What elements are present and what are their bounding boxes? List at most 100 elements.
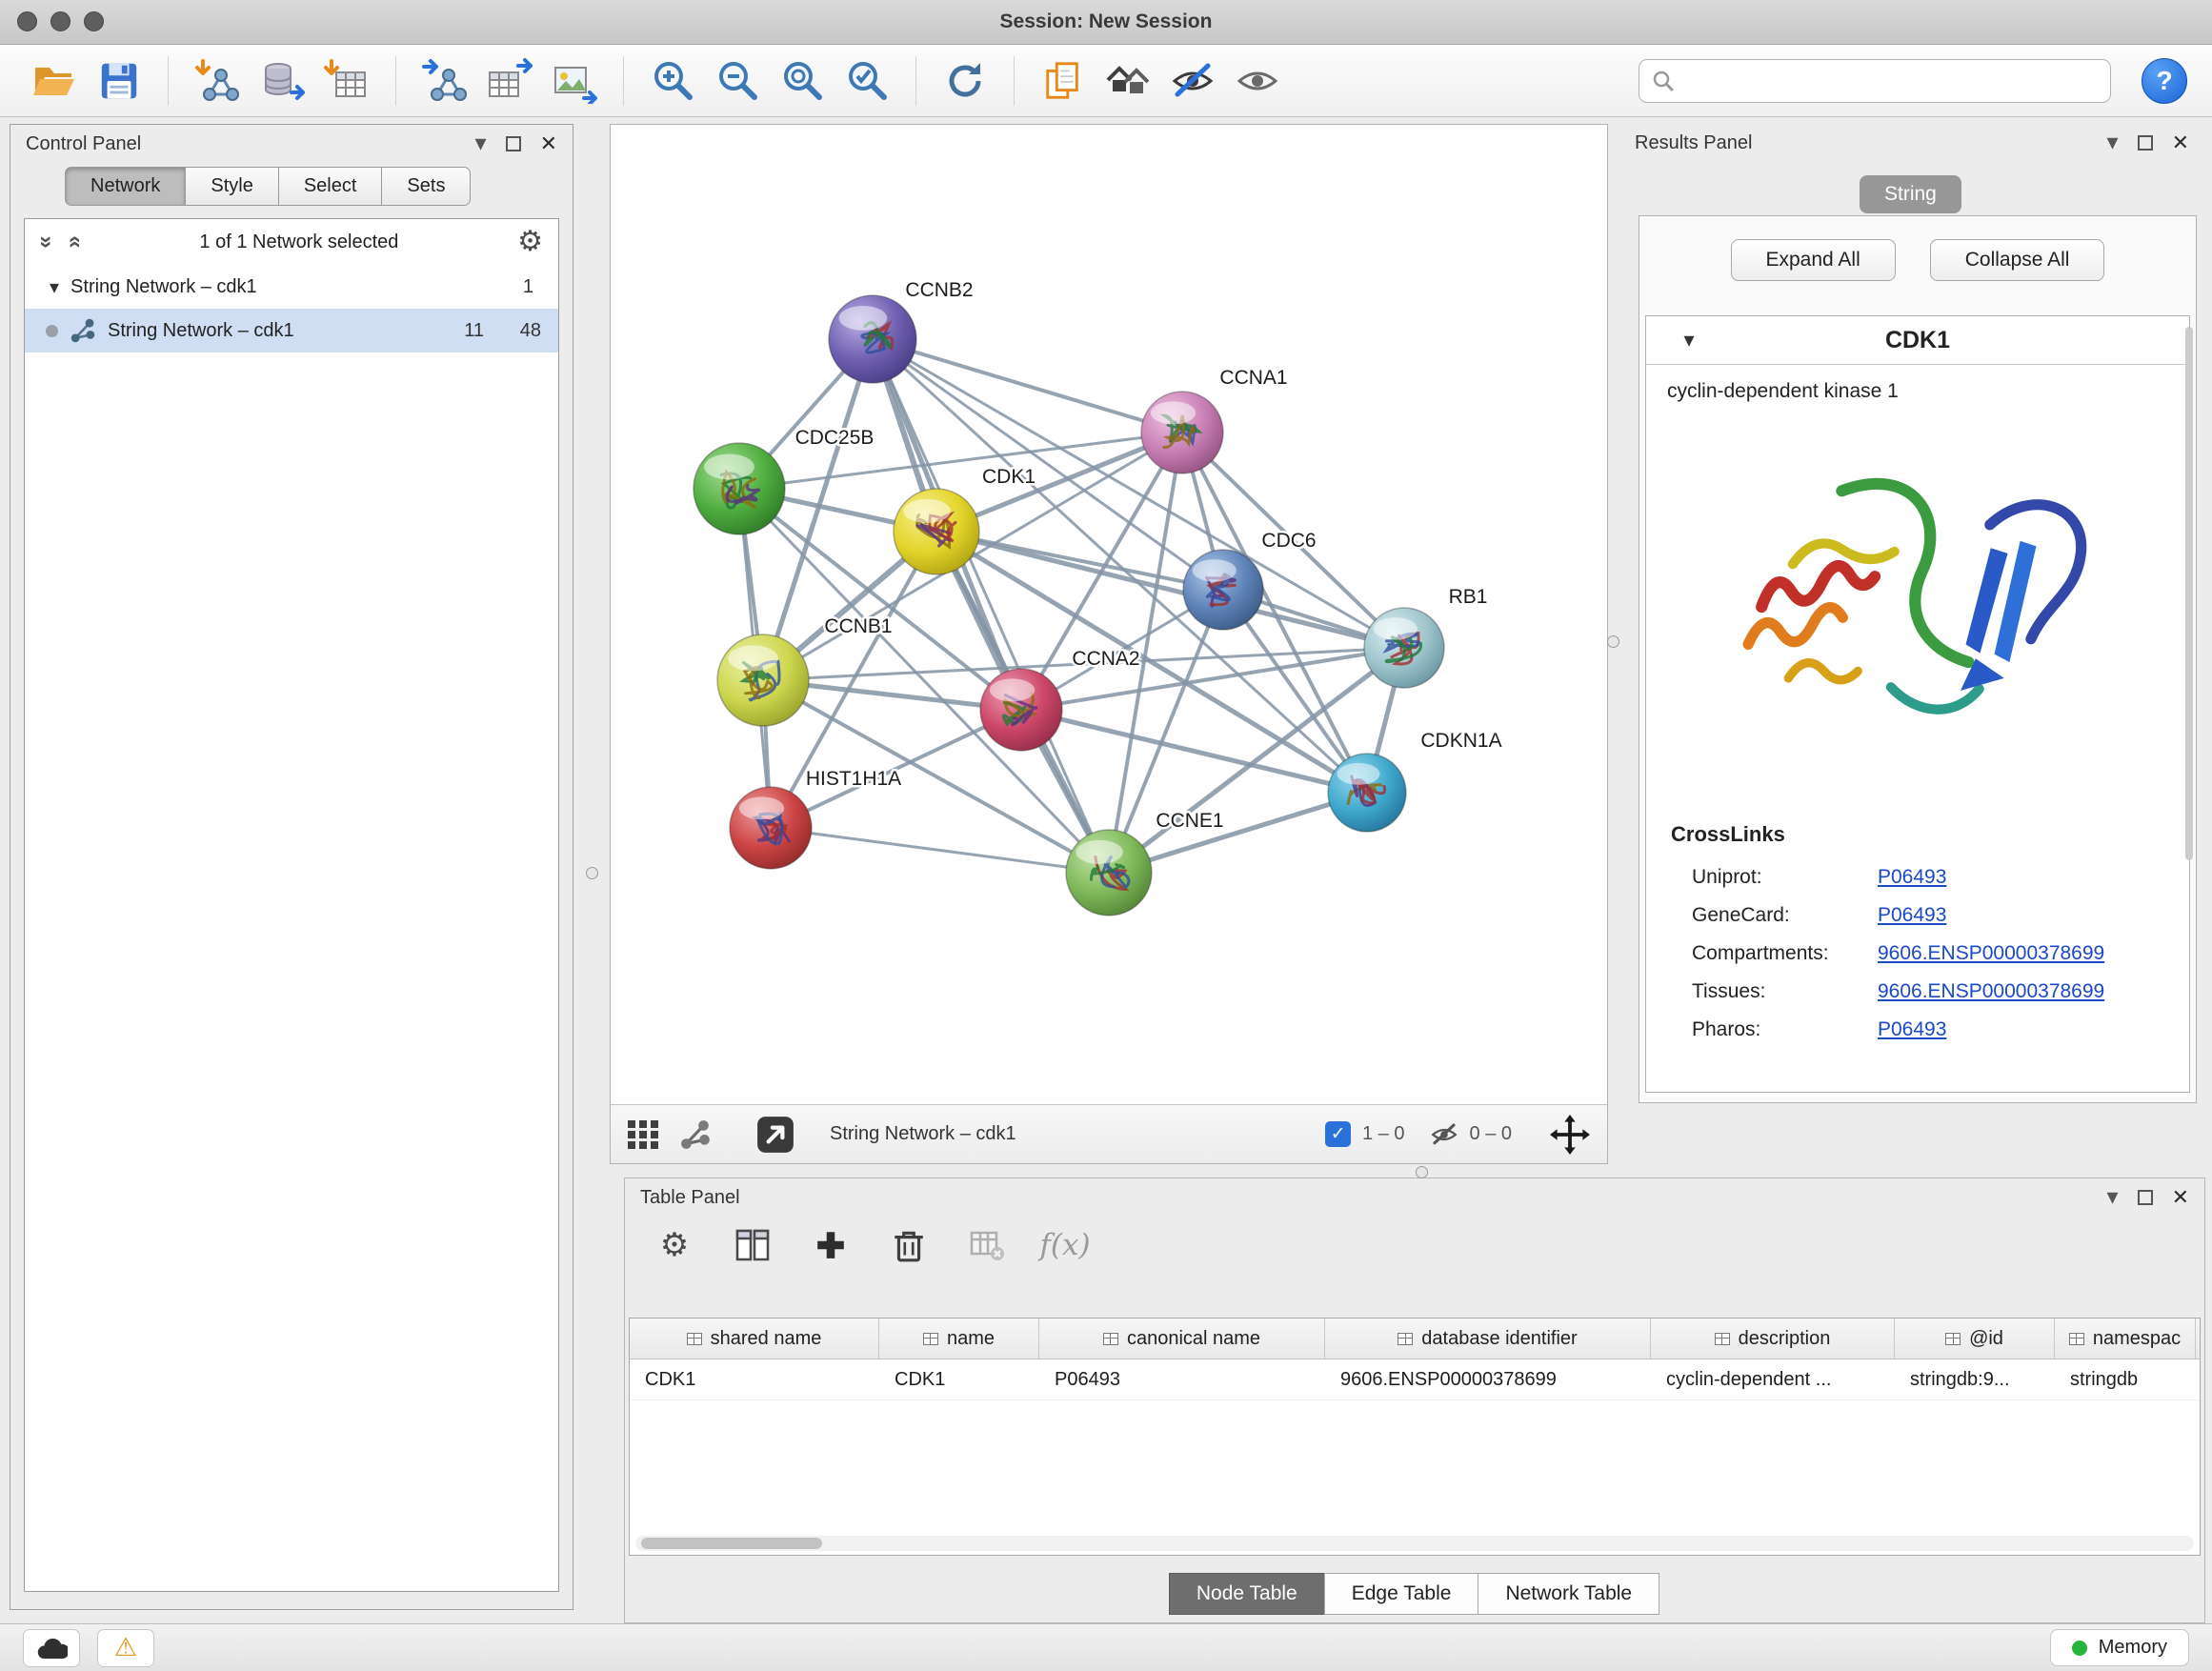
table-cell[interactable]: CDK1 (630, 1359, 879, 1399)
table-cell[interactable]: stringdb (2055, 1359, 2196, 1399)
tab-network-table[interactable]: Network Table (1478, 1573, 1659, 1615)
tab-sets[interactable]: Sets (381, 167, 471, 206)
crosslink-tissues-link[interactable]: 9606.ENSP00000378699 (1878, 980, 2104, 1003)
panel-float-icon[interactable] (2138, 135, 2153, 151)
collection-count: 1 (523, 276, 533, 298)
network-collection-row[interactable]: ▾ String Network – cdk1 1 (25, 265, 558, 309)
export-network-icon[interactable] (415, 51, 474, 111)
show-all-eye-icon[interactable] (1228, 51, 1287, 111)
fit-content-crosshair-icon[interactable] (1550, 1115, 1590, 1155)
search-input[interactable] (1639, 59, 2111, 103)
help-button[interactable]: ? (2142, 58, 2187, 104)
column-header-namespac[interactable]: namespac (2055, 1319, 2196, 1359)
import-table-icon[interactable] (317, 51, 376, 111)
edge-hist1h1a-ccne1[interactable] (771, 828, 1109, 873)
panel-float-icon[interactable] (2138, 1190, 2153, 1205)
results-splitter-handle[interactable] (1607, 635, 1619, 648)
tab-string[interactable]: String (1860, 175, 1961, 213)
refresh-icon[interactable] (935, 51, 995, 111)
minimize-window-button[interactable] (50, 11, 70, 31)
export-image-icon[interactable] (545, 51, 604, 111)
column-type-icon (923, 1333, 938, 1345)
disclosure-triangle-icon[interactable]: ▾ (50, 275, 59, 299)
zoom-in-icon[interactable] (643, 51, 702, 111)
panel-menu-icon[interactable]: ▾ (475, 132, 487, 155)
warnings-button[interactable]: ⚠ (97, 1629, 154, 1667)
crosslink-pharos-link[interactable]: P06493 (1878, 1018, 1946, 1041)
copy-icon[interactable] (1034, 51, 1093, 111)
column-header-description[interactable]: description (1651, 1319, 1895, 1359)
tab-select[interactable]: Select (278, 167, 383, 206)
edge-ccnb2-ccna1[interactable] (873, 339, 1182, 433)
table-cell[interactable]: cyclin-dependent ... (1651, 1359, 1895, 1399)
panel-close-icon[interactable]: ✕ (2172, 132, 2189, 153)
table-horizontal-scrollbar[interactable] (635, 1536, 2194, 1551)
column-header-database-identifier[interactable]: database identifier (1325, 1319, 1651, 1359)
table-cell[interactable]: 9606.ENSP00000378699 (1325, 1359, 1651, 1399)
hide-selected-eye-icon[interactable] (1163, 51, 1222, 111)
column-header-name[interactable]: name (879, 1319, 1039, 1359)
table-row[interactable]: CDK1CDK1P064939606.ENSP00000378699cyclin… (630, 1359, 2200, 1400)
gene-disclosure-icon[interactable]: ▾ (1646, 328, 1732, 352)
window-controls (17, 11, 104, 31)
collapse-all-button[interactable]: Collapse All (1930, 239, 2105, 281)
main-toolbar: ? (0, 45, 2212, 117)
edge-cdk1-rb1[interactable] (936, 532, 1404, 648)
tab-style[interactable]: Style (185, 167, 278, 206)
birds-eye-view-icon[interactable] (628, 1120, 660, 1149)
expand-all-button[interactable]: Expand All (1731, 239, 1896, 281)
open-session-icon[interactable] (25, 51, 84, 111)
column-header-shared-name[interactable]: shared name (630, 1319, 879, 1359)
title-bar: Session: New Session (0, 0, 2212, 45)
network-canvas[interactable]: CCNB2CCNA1CDC25BCDK1CDC6RB1CCNB1CCNA2CDK… (611, 125, 1607, 1104)
export-view-icon[interactable] (755, 1115, 795, 1155)
table-cell[interactable]: stringdb:9... (1895, 1359, 2055, 1399)
network-row[interactable]: String Network – cdk1 11 48 (25, 309, 558, 352)
collapse-tree-icon[interactable]: » (63, 235, 86, 248)
crosslink-uniprot-link[interactable]: P06493 (1878, 866, 1946, 889)
crosslink-genecard-link[interactable]: P06493 (1878, 904, 1946, 927)
panel-float-icon[interactable] (506, 136, 521, 151)
results-scrollbar[interactable] (2185, 327, 2193, 860)
add-column-icon[interactable] (810, 1224, 852, 1266)
import-network-file-icon[interactable] (188, 51, 247, 111)
save-session-icon[interactable] (90, 51, 149, 111)
selected-checkbox-icon[interactable]: ✓ (1325, 1121, 1351, 1147)
node-label-cdkn1a: CDKN1A (1420, 730, 1501, 752)
crosslink-compartments-link[interactable]: 9606.ENSP00000378699 (1878, 942, 2104, 965)
vertical-splitter-handle[interactable] (586, 867, 598, 879)
column-header-canonical-name[interactable]: canonical name (1039, 1319, 1325, 1359)
column-header--id[interactable]: @id (1895, 1319, 2055, 1359)
import-network-database-icon[interactable] (252, 51, 312, 111)
cloud-status-button[interactable] (23, 1629, 80, 1667)
zoom-out-icon[interactable] (708, 51, 767, 111)
panel-close-icon[interactable]: ✕ (2172, 1187, 2189, 1208)
function-builder-icon[interactable]: f(x) (1044, 1224, 1086, 1266)
table-settings-gear-icon[interactable]: ⚙ (654, 1224, 695, 1266)
zoom-fit-icon[interactable] (773, 51, 832, 111)
panel-menu-icon[interactable]: ▾ (2107, 131, 2119, 154)
edge-ccnb2-ccne1[interactable] (873, 339, 1109, 873)
export-table-icon[interactable] (480, 51, 539, 111)
table-cell[interactable]: CDK1 (879, 1359, 1039, 1399)
column-type-icon (1398, 1333, 1413, 1345)
home-view-icon[interactable] (1098, 51, 1157, 111)
expand-tree-icon[interactable]: » (35, 235, 58, 248)
scrollbar-thumb[interactable] (641, 1538, 822, 1549)
delete-column-trash-icon[interactable] (888, 1224, 930, 1266)
tab-edge-table[interactable]: Edge Table (1324, 1573, 1479, 1615)
horizontal-splitter-handle[interactable] (1416, 1166, 1428, 1178)
tab-network[interactable]: Network (65, 167, 186, 206)
show-columns-icon[interactable] (732, 1224, 774, 1266)
network-selection-status: 1 of 1 Network selected (96, 232, 502, 253)
table-cell[interactable]: P06493 (1039, 1359, 1325, 1399)
close-window-button[interactable] (17, 11, 37, 31)
string-network-icon[interactable] (679, 1118, 712, 1151)
network-options-gear-icon[interactable]: ⚙ (517, 228, 543, 256)
zoom-window-button[interactable] (84, 11, 104, 31)
panel-menu-icon[interactable]: ▾ (2107, 1186, 2119, 1209)
memory-button[interactable]: Memory (2050, 1629, 2189, 1666)
tab-node-table[interactable]: Node Table (1169, 1573, 1325, 1615)
zoom-selected-icon[interactable] (837, 51, 896, 111)
panel-close-icon[interactable]: ✕ (540, 133, 557, 154)
